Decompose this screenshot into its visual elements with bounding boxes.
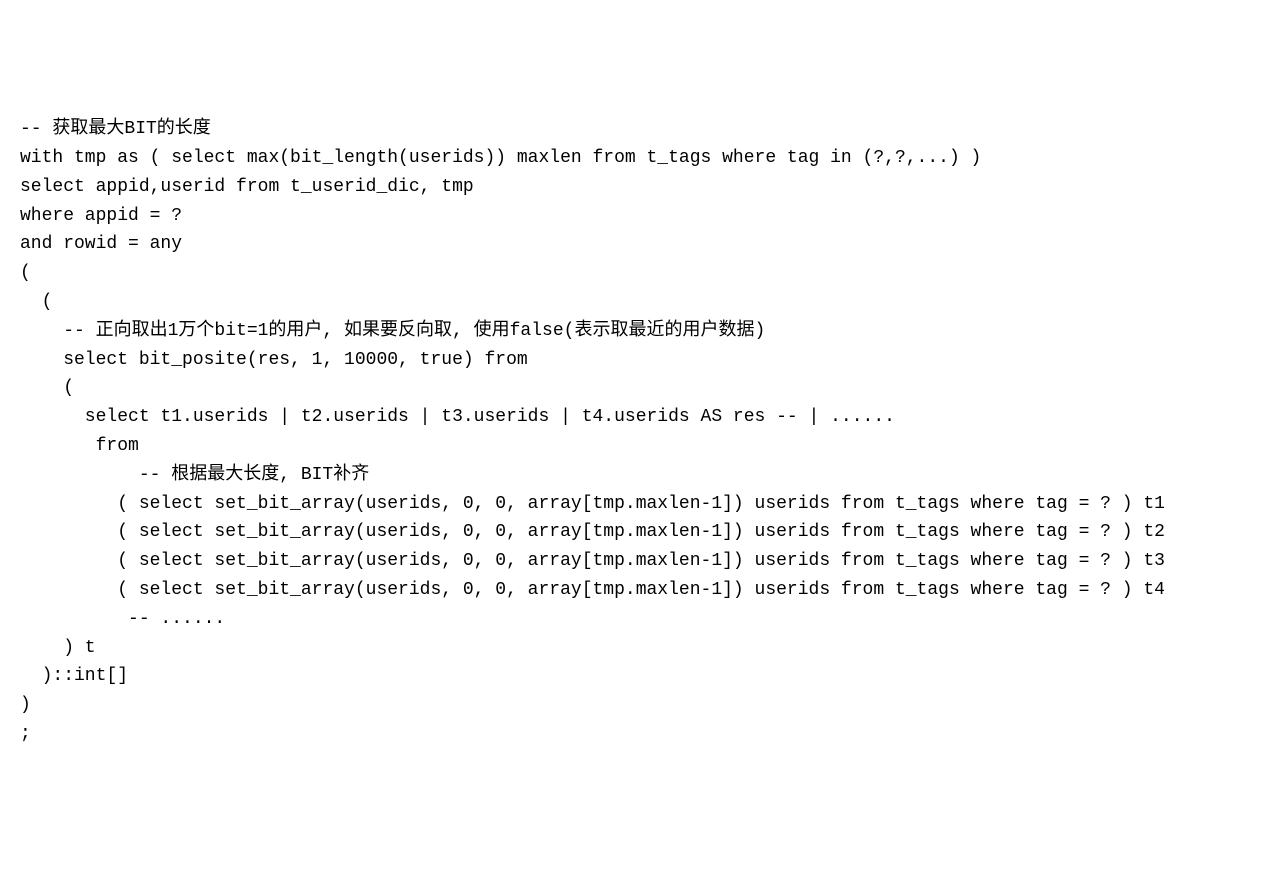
code-block: -- 获取最大BIT的长度 with tmp as ( select max(b… — [20, 115, 1247, 749]
code-line: )::int[] — [20, 666, 128, 686]
code-line: ( select set_bit_array(userids, 0, 0, ar… — [20, 551, 1176, 571]
code-line: ( — [20, 378, 74, 398]
code-line: -- 根据最大长度, BIT补齐 — [20, 465, 369, 485]
code-line: select t1.userids | t2.userids | t3.user… — [20, 407, 895, 427]
code-line: select appid,userid from t_userid_dic, t… — [20, 177, 474, 197]
code-line: ( — [20, 263, 31, 283]
code-line: with tmp as ( select max(bit_length(user… — [20, 148, 981, 168]
code-line: ) t — [20, 638, 96, 658]
code-line: and rowid = any — [20, 234, 193, 254]
code-line: ( select set_bit_array(userids, 0, 0, ar… — [20, 494, 1176, 514]
code-line: ( select set_bit_array(userids, 0, 0, ar… — [20, 522, 1176, 542]
code-line: -- 获取最大BIT的长度 — [20, 119, 211, 139]
code-line: from — [20, 436, 139, 456]
code-line: where appid = ? — [20, 206, 182, 226]
code-line: ) — [20, 695, 31, 715]
code-line: -- 正向取出1万个bit=1的用户, 如果要反向取, 使用false(表示取最… — [20, 321, 765, 341]
code-line: ( — [20, 292, 52, 312]
code-line: ( select set_bit_array(userids, 0, 0, ar… — [20, 580, 1176, 600]
code-line: ; — [20, 724, 31, 744]
code-line: -- ...... — [20, 609, 225, 629]
code-line: select bit_posite(res, 1, 10000, true) f… — [20, 350, 528, 370]
